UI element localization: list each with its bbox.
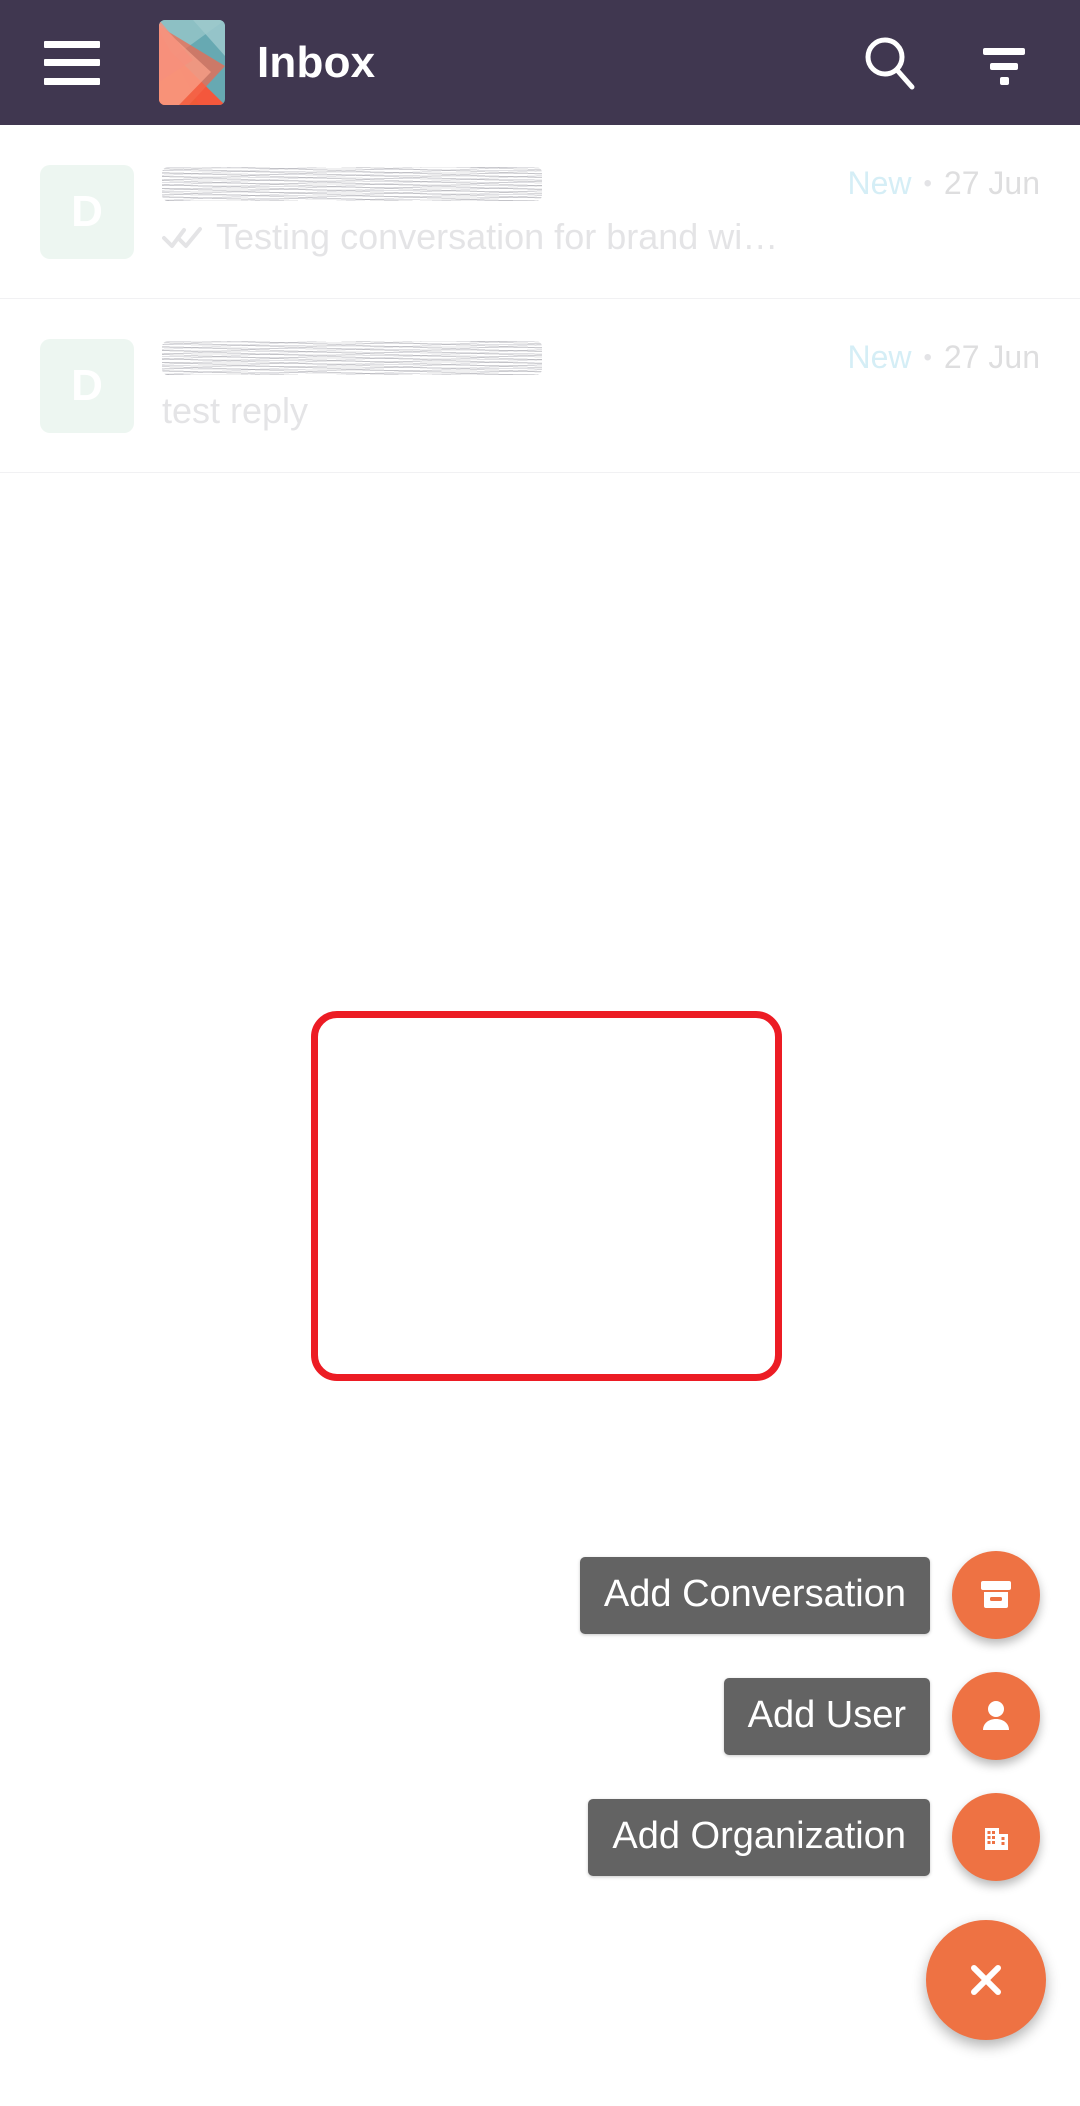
redacted-sender-name: [162, 340, 542, 375]
status-badge: New: [847, 165, 912, 201]
speed-dial-menu: Add Conversation Add User Add Organizati…: [0, 1506, 1080, 2106]
conversation-meta: New • 27 Jun: [832, 339, 1041, 376]
conversation-row[interactable]: D New • 27 Jun test reply: [0, 299, 1080, 473]
page-title: Inbox: [257, 37, 376, 87]
conversation-preview: test reply: [162, 390, 1040, 432]
hamburger-menu-icon[interactable]: [44, 40, 100, 85]
conversation-row-header: New • 27 Jun: [162, 339, 1040, 376]
app-bar: Inbox: [0, 0, 1080, 125]
conversation-meta: New • 27 Jun: [832, 165, 1041, 202]
speed-dial-item-add-organization[interactable]: Add Organization: [588, 1793, 1040, 1881]
conversation-preview-text: Testing conversation for brand wi…: [216, 216, 779, 257]
avatar-initial: D: [71, 360, 103, 410]
annotation-highlight-box: [311, 1011, 782, 1381]
speed-dial-label[interactable]: Add Conversation: [579, 1556, 930, 1634]
avatar-initial: D: [71, 186, 103, 236]
person-icon[interactable]: [952, 1672, 1040, 1760]
speed-dial-close-button[interactable]: [926, 1920, 1046, 2040]
meta-separator: •: [923, 169, 932, 197]
building-icon[interactable]: [952, 1793, 1040, 1881]
conversation-row-body: New • 27 Jun test reply: [162, 339, 1040, 432]
close-icon: [971, 1965, 1001, 1995]
conversation-row[interactable]: D New • 27 Jun Testing conversation for …: [0, 125, 1080, 299]
hamburger-bar: [44, 77, 100, 85]
avatar: D: [40, 164, 134, 259]
redacted-sender-name: [162, 166, 542, 201]
conversation-preview: Testing conversation for brand wi…: [162, 216, 1040, 258]
app-root: Inbox D New • 27 Jun Testing conversatio…: [0, 0, 1080, 2106]
hamburger-bar: [44, 59, 100, 66]
conversation-row-body: New • 27 Jun Testing conversation for br…: [162, 165, 1040, 258]
conversation-date: 27 Jun: [943, 339, 1040, 375]
search-icon[interactable]: [852, 25, 928, 101]
filter-icon[interactable]: [966, 25, 1042, 101]
speed-dial-label[interactable]: Add User: [723, 1677, 930, 1755]
status-badge: New: [847, 339, 912, 375]
speed-dial-item-add-conversation[interactable]: Add Conversation: [579, 1551, 1040, 1639]
avatar: D: [40, 338, 134, 433]
double-check-icon: [162, 224, 202, 250]
speed-dial-item-add-user[interactable]: Add User: [723, 1672, 1040, 1760]
hamburger-bar: [44, 40, 100, 48]
archive-box-icon[interactable]: [952, 1551, 1040, 1639]
conversation-row-header: New • 27 Jun: [162, 165, 1040, 202]
conversation-date: 27 Jun: [943, 165, 1040, 201]
conversation-preview-text: test reply: [162, 390, 309, 431]
speed-dial-label[interactable]: Add Organization: [588, 1798, 930, 1876]
meta-separator: •: [923, 343, 932, 371]
conversation-list: D New • 27 Jun Testing conversation for …: [0, 125, 1080, 473]
kayako-logo-icon: [159, 20, 225, 105]
